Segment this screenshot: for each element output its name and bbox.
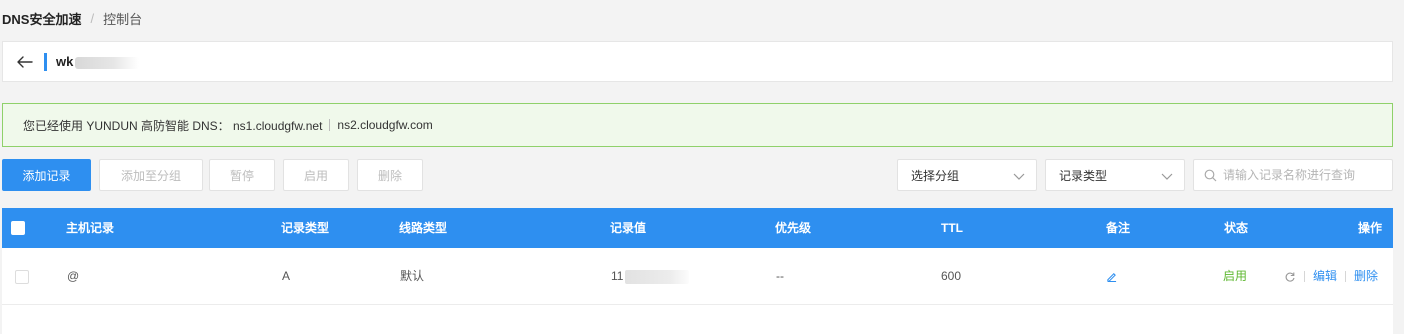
refresh-icon[interactable] <box>1284 271 1296 283</box>
pencil-icon[interactable] <box>1106 271 1117 283</box>
add-to-group-button[interactable]: 添加至分组 <box>99 159 203 191</box>
domain-redacted <box>75 56 140 69</box>
cell-remark <box>1106 248 1117 305</box>
cell-host: @ <box>67 269 80 283</box>
row-checkbox[interactable] <box>15 270 29 284</box>
col-remark: 备注 <box>1106 221 1131 235</box>
search-icon <box>1204 169 1217 181</box>
pause-button[interactable]: 暂停 <box>209 159 275 191</box>
record-search <box>1193 159 1393 191</box>
add-record-button[interactable]: 添加记录 <box>2 159 91 191</box>
breadcrumb-separator: / <box>90 10 95 26</box>
delete-link[interactable]: 删除 <box>1354 269 1378 283</box>
status-badge: 启用 <box>1223 269 1248 283</box>
chevron-down-icon <box>1161 173 1173 180</box>
value-redacted <box>625 269 690 284</box>
table-row: @ A 默认 11 -- 600 启用 编辑 删除 <box>2 248 1393 305</box>
action-divider <box>1345 271 1347 283</box>
col-value: 记录值 <box>610 221 647 235</box>
cell-line: 默认 <box>400 269 425 283</box>
table-header: 主机记录 记录类型 线路类型 记录值 优先级 TTL 备注 状态 操作 <box>2 208 1393 248</box>
col-line: 线路类型 <box>399 221 448 235</box>
cell-actions: 编辑 删除 <box>1284 248 1378 305</box>
cell-priority: -- <box>776 269 784 283</box>
cell-type: A <box>282 269 291 283</box>
back-arrow-icon[interactable] <box>15 52 35 72</box>
toolbar: 添加记录 添加至分组 暂停 启用 删除 选择分组 记录类型 <box>2 159 1393 191</box>
title-accent-bar <box>44 52 47 71</box>
ns-divider <box>329 119 331 131</box>
edit-link[interactable]: 编辑 <box>1313 269 1337 283</box>
domain-name: wk <box>56 54 74 69</box>
search-input[interactable] <box>1223 168 1383 182</box>
domain-title: wk <box>56 54 140 69</box>
action-divider <box>1304 271 1305 283</box>
col-ttl: TTL <box>941 221 963 235</box>
breadcrumb-dns-link[interactable]: DNS安全加速 <box>2 9 81 28</box>
dns-notice: 您已经使用 YUNDUN 高防智能 DNS： ns1.cloudgfw.net … <box>2 103 1393 147</box>
col-host: 主机记录 <box>66 221 115 235</box>
group-select[interactable]: 选择分组 <box>897 159 1037 191</box>
select-all-checkbox[interactable] <box>11 221 25 235</box>
chevron-down-icon <box>1013 173 1025 180</box>
col-action: 操作 <box>1358 221 1383 235</box>
group-select-value: 选择分组 <box>911 168 960 183</box>
cell-value-text: 11 <box>611 269 624 283</box>
cell-value: 11 <box>611 248 690 305</box>
record-type-select-value: 记录类型 <box>1059 168 1108 183</box>
enable-button[interactable]: 启用 <box>283 159 349 191</box>
records-table: 主机记录 记录类型 线路类型 记录值 优先级 TTL 备注 状态 操作 @ A … <box>2 208 1393 334</box>
record-type-select[interactable]: 记录类型 <box>1045 159 1185 191</box>
cell-ttl: 600 <box>941 269 962 283</box>
breadcrumb: DNS安全加速 / 控制台 <box>2 9 142 27</box>
dns-notice-text: 您已经使用 YUNDUN 高防智能 DNS： ns1.cloudgfw.net <box>23 118 323 133</box>
dns-notice-ns2: ns2.cloudgfw.com <box>337 118 433 132</box>
domain-title-bar: wk <box>2 41 1393 82</box>
col-type: 记录类型 <box>281 221 330 235</box>
col-priority: 优先级 <box>775 221 812 235</box>
breadcrumb-current: 控制台 <box>103 11 143 27</box>
col-status: 状态 <box>1224 221 1249 235</box>
delete-button[interactable]: 删除 <box>357 159 423 191</box>
